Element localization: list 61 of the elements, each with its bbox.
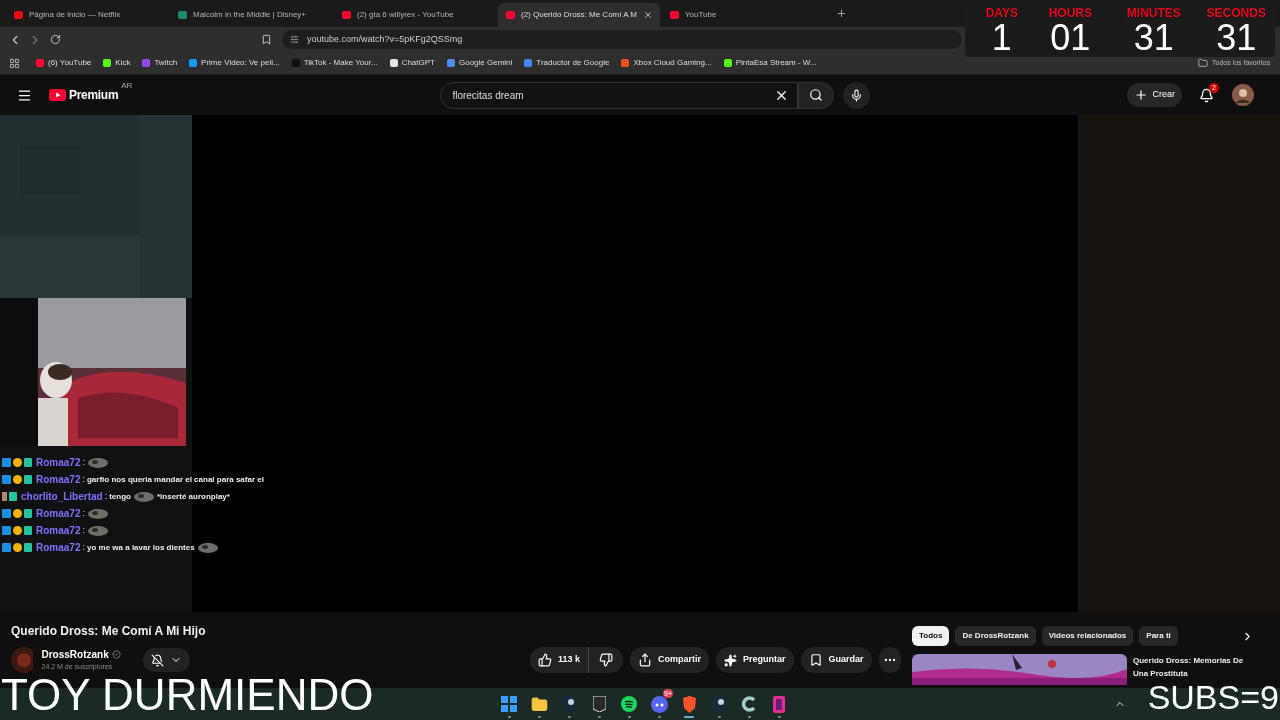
chat-username: Romaa72: [36, 524, 81, 538]
countdown-value: 1: [991, 20, 1012, 56]
bookmark-item[interactable]: (6) YouTube: [36, 57, 92, 69]
chat-username: Romaa72: [36, 456, 81, 470]
bookmark-item[interactable]: Twitch: [142, 57, 178, 69]
search-text: florecitas dream: [452, 88, 525, 103]
browser-tab[interactable]: Página de inicio — Netflix: [6, 3, 168, 27]
channel-name[interactable]: DrossRotzank: [41, 647, 109, 663]
countdown-value: 31: [1133, 20, 1174, 56]
chat-separator: :: [82, 455, 85, 469]
chat-username: chorlito_Libertad: [21, 490, 103, 504]
caption-overlay: TOY DURMIENDO: [1, 673, 374, 717]
tab-title: (2) gta 6 willyrex - YouTube: [357, 9, 455, 21]
chat-separator: :: [104, 489, 108, 503]
bookmark-label: ChatGPT: [401, 57, 435, 69]
bookmark-label: Kick: [115, 57, 131, 69]
countdown-label: HOURS: [1048, 6, 1093, 20]
action-button[interactable]: Guardar: [800, 647, 872, 673]
chat-username: Romaa72: [36, 541, 81, 555]
search-field[interactable]: florecitas dream: [440, 81, 799, 109]
bookmark-item[interactable]: ChatGPT: [389, 57, 435, 69]
browser-tab[interactable]: (2) Querido Dross: Me Comí A M: [498, 3, 660, 27]
chat-separator: :: [82, 506, 85, 520]
chat-username: Romaa72: [36, 473, 81, 487]
filter-chip[interactable]: Todos: [912, 626, 950, 646]
countdown-label: SECONDS: [1206, 6, 1266, 20]
countdown-value: 01: [1050, 20, 1091, 56]
filter-chip[interactable]: Para ti: [1139, 626, 1178, 646]
filter-chip[interactable]: Videos relacionados: [1041, 626, 1134, 646]
bookmark-label: Twitch: [154, 57, 178, 69]
address-field[interactable]: youtube.com/watch?v=5pKFg2QSSmg: [282, 30, 962, 49]
action-button[interactable]: Preguntar: [716, 647, 794, 673]
bookmark-item[interactable]: Kick: [103, 57, 131, 69]
chat-message: *inserté auronplay*: [157, 490, 230, 503]
chat-username: Romaa72: [36, 507, 81, 521]
url-text: youtube.com/watch?v=5pKFg2QSSmg: [307, 32, 463, 46]
chat-message: yo me wa a lavar los dientes: [87, 541, 195, 554]
chat-message: tengo: [109, 490, 131, 503]
browser-tab[interactable]: (2) gta 6 willyrex - YouTube: [334, 3, 496, 27]
filter-chip[interactable]: De DrossRotzank: [955, 626, 1036, 646]
tab-title: YouTube: [685, 9, 718, 21]
bookmark-item[interactable]: Google Gemini: [446, 57, 513, 69]
logo-text: Premium: [69, 87, 119, 104]
create-button[interactable]: Crear: [1127, 83, 1182, 107]
video-title: Querido Dross: Me Comí A Mi Hijo: [11, 623, 207, 640]
chat-message: garfio nos queria mandar el canal para safar el: [87, 473, 264, 486]
countdown-label: MINUTES: [1126, 6, 1181, 20]
tab-title: (2) Querido Dross: Me Comí A M: [521, 9, 638, 21]
bookmark-label: Google Gemini: [458, 57, 513, 69]
bookmark-label: (6) YouTube: [48, 57, 92, 69]
chat-separator: :: [82, 540, 85, 554]
action-button[interactable]: Compartir: [630, 647, 709, 673]
chat-separator: :: [82, 472, 85, 486]
tab-title: Página de inicio — Netflix: [29, 9, 122, 21]
region-label: AR: [121, 80, 133, 92]
chat-separator: :: [82, 523, 85, 537]
countdown-value: 31: [1216, 20, 1257, 56]
browser-tab[interactable]: Malcolm in the Middle | Disney+: [170, 3, 332, 27]
tab-title: Malcolm in the Middle | Disney+: [193, 9, 307, 21]
countdown-label: DAYS: [985, 6, 1018, 20]
browser-tab[interactable]: YouTube: [662, 3, 824, 27]
